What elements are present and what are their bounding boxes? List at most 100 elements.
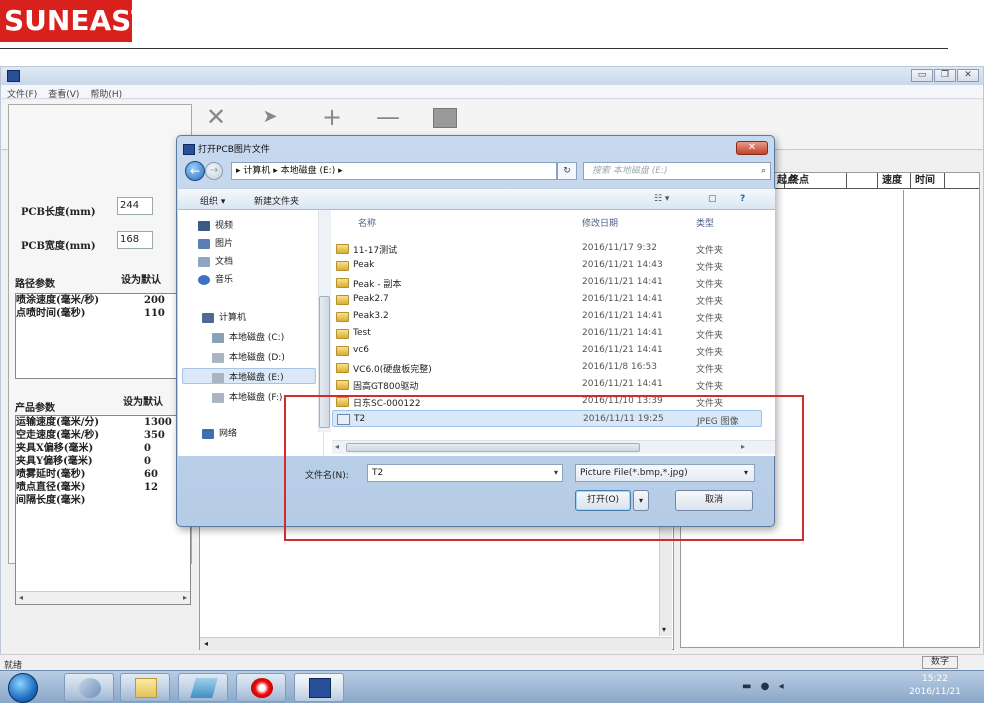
file-row[interactable]: Peak 2016/11/21 14:43 文件夹 bbox=[332, 257, 762, 274]
start-button[interactable] bbox=[8, 673, 38, 703]
file-type: 文件夹 bbox=[696, 314, 724, 324]
menu-bar: 文件(F) 查看(V) 帮助(H) bbox=[1, 85, 983, 100]
canvas-hscrollbar[interactable]: ◂ bbox=[200, 637, 672, 650]
param-row[interactable]: 喷雾延时(毫秒) 60 bbox=[16, 468, 190, 481]
rect-tool-icon[interactable] bbox=[433, 108, 457, 128]
numlock-indicator: 数字 bbox=[922, 656, 958, 669]
pointer-tool-icon[interactable]: ➤ bbox=[253, 104, 287, 132]
back-button[interactable]: ← bbox=[185, 161, 205, 181]
param-label: 喷涂速度(毫米/秒) bbox=[16, 295, 100, 306]
drive-icon bbox=[212, 372, 224, 383]
nav-item-documents[interactable]: 文档 bbox=[198, 254, 233, 267]
file-date: 2016/11/21 14:41 bbox=[582, 345, 663, 355]
refresh-button[interactable]: ↻ bbox=[557, 162, 577, 180]
menu-help[interactable]: 帮助(H) bbox=[84, 85, 127, 100]
param-row[interactable]: 夹具X偏移(毫米) 0 bbox=[16, 442, 190, 455]
col-date[interactable]: 修改日期 bbox=[582, 216, 618, 229]
search-input[interactable]: 搜索 本地磁盘 (E:) ⌕ bbox=[583, 162, 771, 180]
file-row[interactable]: Peak3.2 2016/11/21 14:41 文件夹 bbox=[332, 308, 762, 325]
drive-icon bbox=[212, 332, 224, 343]
maximize-button[interactable]: ❐ bbox=[934, 69, 956, 82]
dialog-close-button[interactable]: ✕ bbox=[736, 141, 768, 155]
file-row[interactable]: Peak - 副本 2016/11/21 14:41 文件夹 bbox=[332, 274, 762, 291]
tray-info-icon[interactable]: ● bbox=[761, 681, 773, 692]
preview-pane-icon[interactable]: ▢ bbox=[708, 194, 717, 204]
computer-icon bbox=[202, 312, 214, 323]
organize-button[interactable]: 组织 ▾ bbox=[200, 194, 225, 207]
taskbar-app-burst[interactable] bbox=[236, 673, 286, 702]
point-tool-icon[interactable]: + bbox=[315, 104, 349, 132]
file-type: 文件夹 bbox=[696, 348, 724, 358]
nav-item-pictures[interactable]: 图片 bbox=[198, 236, 233, 249]
col-time[interactable]: 时间 bbox=[911, 173, 945, 189]
file-row[interactable]: 固高GT800驱动 2016/11/21 14:41 文件夹 bbox=[332, 376, 762, 393]
nav-label: 文档 bbox=[215, 257, 234, 267]
file-type: 文件夹 bbox=[696, 331, 724, 341]
taskbar-app-window[interactable] bbox=[178, 673, 228, 702]
annotation-highlight-box bbox=[284, 395, 804, 541]
params-hscrollbar[interactable]: ◂ ▸ bbox=[16, 591, 190, 604]
taskbar-app-explorer[interactable] bbox=[120, 673, 170, 702]
folder-icon bbox=[336, 278, 349, 288]
forward-button[interactable]: → bbox=[205, 162, 223, 180]
file-type: 文件夹 bbox=[696, 297, 724, 307]
address-bar[interactable]: ▸ 计算机 ▸ 本地磁盘 (E:) ▸ bbox=[231, 162, 557, 180]
file-row[interactable]: Test 2016/11/21 14:41 文件夹 bbox=[332, 325, 762, 342]
param-row[interactable]: 喷涂速度(毫米/秒) 200 bbox=[16, 294, 190, 307]
nav-item-network[interactable]: 网络 bbox=[202, 426, 237, 439]
close-button[interactable]: ✕ bbox=[957, 69, 979, 82]
param-row[interactable]: 间隔长度(毫米) bbox=[16, 494, 190, 507]
nav-item-drive-f[interactable]: 本地磁盘 (F:) bbox=[212, 390, 282, 403]
file-date: 2016/11/21 14:41 bbox=[582, 379, 663, 389]
folder-icon bbox=[336, 261, 349, 271]
taskbar-app-suneast[interactable] bbox=[294, 673, 344, 702]
taskbar-app-media[interactable] bbox=[64, 673, 114, 702]
param-row[interactable]: 运输速度(毫米/分) 1300 bbox=[16, 416, 190, 429]
param-label: 夹具Y偏移(毫米) bbox=[16, 456, 93, 467]
path-params-list: 喷涂速度(毫米/秒) 200 点喷时间(毫秒) 110 bbox=[15, 293, 191, 379]
scissors-tool-icon[interactable]: ✕ bbox=[199, 104, 233, 132]
nav-item-drive-c[interactable]: 本地磁盘 (C:) bbox=[212, 330, 284, 343]
search-icon[interactable]: ⌕ bbox=[761, 163, 766, 179]
dialog-nav-row: ← → ▸ 计算机 ▸ 本地磁盘 (E:) ▸ ↻ 搜索 本地磁盘 (E:) ⌕ bbox=[183, 161, 772, 183]
param-row[interactable]: 点喷时间(毫秒) 110 bbox=[16, 307, 190, 320]
nav-item-computer[interactable]: 计算机 bbox=[202, 310, 246, 323]
file-row[interactable]: 11-17测试 2016/11/17 9:32 文件夹 bbox=[332, 240, 762, 257]
col-name[interactable]: 名称 bbox=[358, 216, 376, 229]
line-tool-icon[interactable]: — bbox=[371, 104, 405, 132]
menu-file[interactable]: 文件(F) bbox=[1, 85, 42, 100]
col-type[interactable]: 类型 bbox=[696, 216, 714, 229]
nav-item-music[interactable]: 音乐 bbox=[198, 272, 233, 285]
folder-icon bbox=[135, 678, 157, 698]
param-row[interactable]: 喷点直径(毫米) 12 bbox=[16, 481, 190, 494]
tray-network-icon[interactable]: ▬ bbox=[742, 681, 754, 692]
file-type: 文件夹 bbox=[696, 263, 724, 273]
help-icon[interactable]: ? bbox=[740, 194, 745, 204]
scroll-right-icon[interactable]: ▸ bbox=[183, 593, 187, 602]
system-clock[interactable]: 15:22 2016/11/21 bbox=[900, 673, 970, 699]
tray-volume-icon[interactable]: ◂ bbox=[779, 681, 787, 692]
file-row[interactable]: VC6.0(硬盘板完整) 2016/11/8 16:53 文件夹 bbox=[332, 359, 762, 376]
app-icon bbox=[309, 678, 331, 698]
pcb-length-input[interactable]: 244 bbox=[117, 197, 153, 215]
file-row[interactable]: vc6 2016/11/21 14:41 文件夹 bbox=[332, 342, 762, 359]
scroll-left-icon[interactable]: ◂ bbox=[204, 639, 208, 648]
param-row[interactable]: 空走速度(毫米/秒) 350 bbox=[16, 429, 190, 442]
file-name: Test bbox=[353, 328, 371, 338]
param-row[interactable]: 夹具Y偏移(毫米) 0 bbox=[16, 455, 190, 468]
new-folder-button[interactable]: 新建文件夹 bbox=[254, 194, 299, 207]
scroll-down-icon[interactable]: ▾ bbox=[662, 625, 666, 634]
file-name: VC6.0(硬盘板完整) bbox=[353, 365, 432, 375]
view-options-icon[interactable]: ☷ ▾ bbox=[654, 194, 669, 204]
menu-view[interactable]: 查看(V) bbox=[42, 85, 84, 100]
nav-item-drive-e[interactable]: 本地磁盘 (E:) bbox=[212, 370, 284, 383]
scroll-left-icon[interactable]: ◂ bbox=[19, 593, 23, 602]
nav-item-videos[interactable]: 视频 bbox=[198, 218, 233, 231]
document-icon bbox=[198, 256, 210, 267]
col-end[interactable]: 终点 bbox=[785, 173, 847, 189]
col-speed[interactable]: 速度 bbox=[877, 173, 911, 189]
pcb-width-input[interactable]: 168 bbox=[117, 231, 153, 249]
nav-item-drive-d[interactable]: 本地磁盘 (D:) bbox=[212, 350, 285, 363]
file-row[interactable]: Peak2.7 2016/11/21 14:41 文件夹 bbox=[332, 291, 762, 308]
minimize-button[interactable]: ▭ bbox=[911, 69, 933, 82]
